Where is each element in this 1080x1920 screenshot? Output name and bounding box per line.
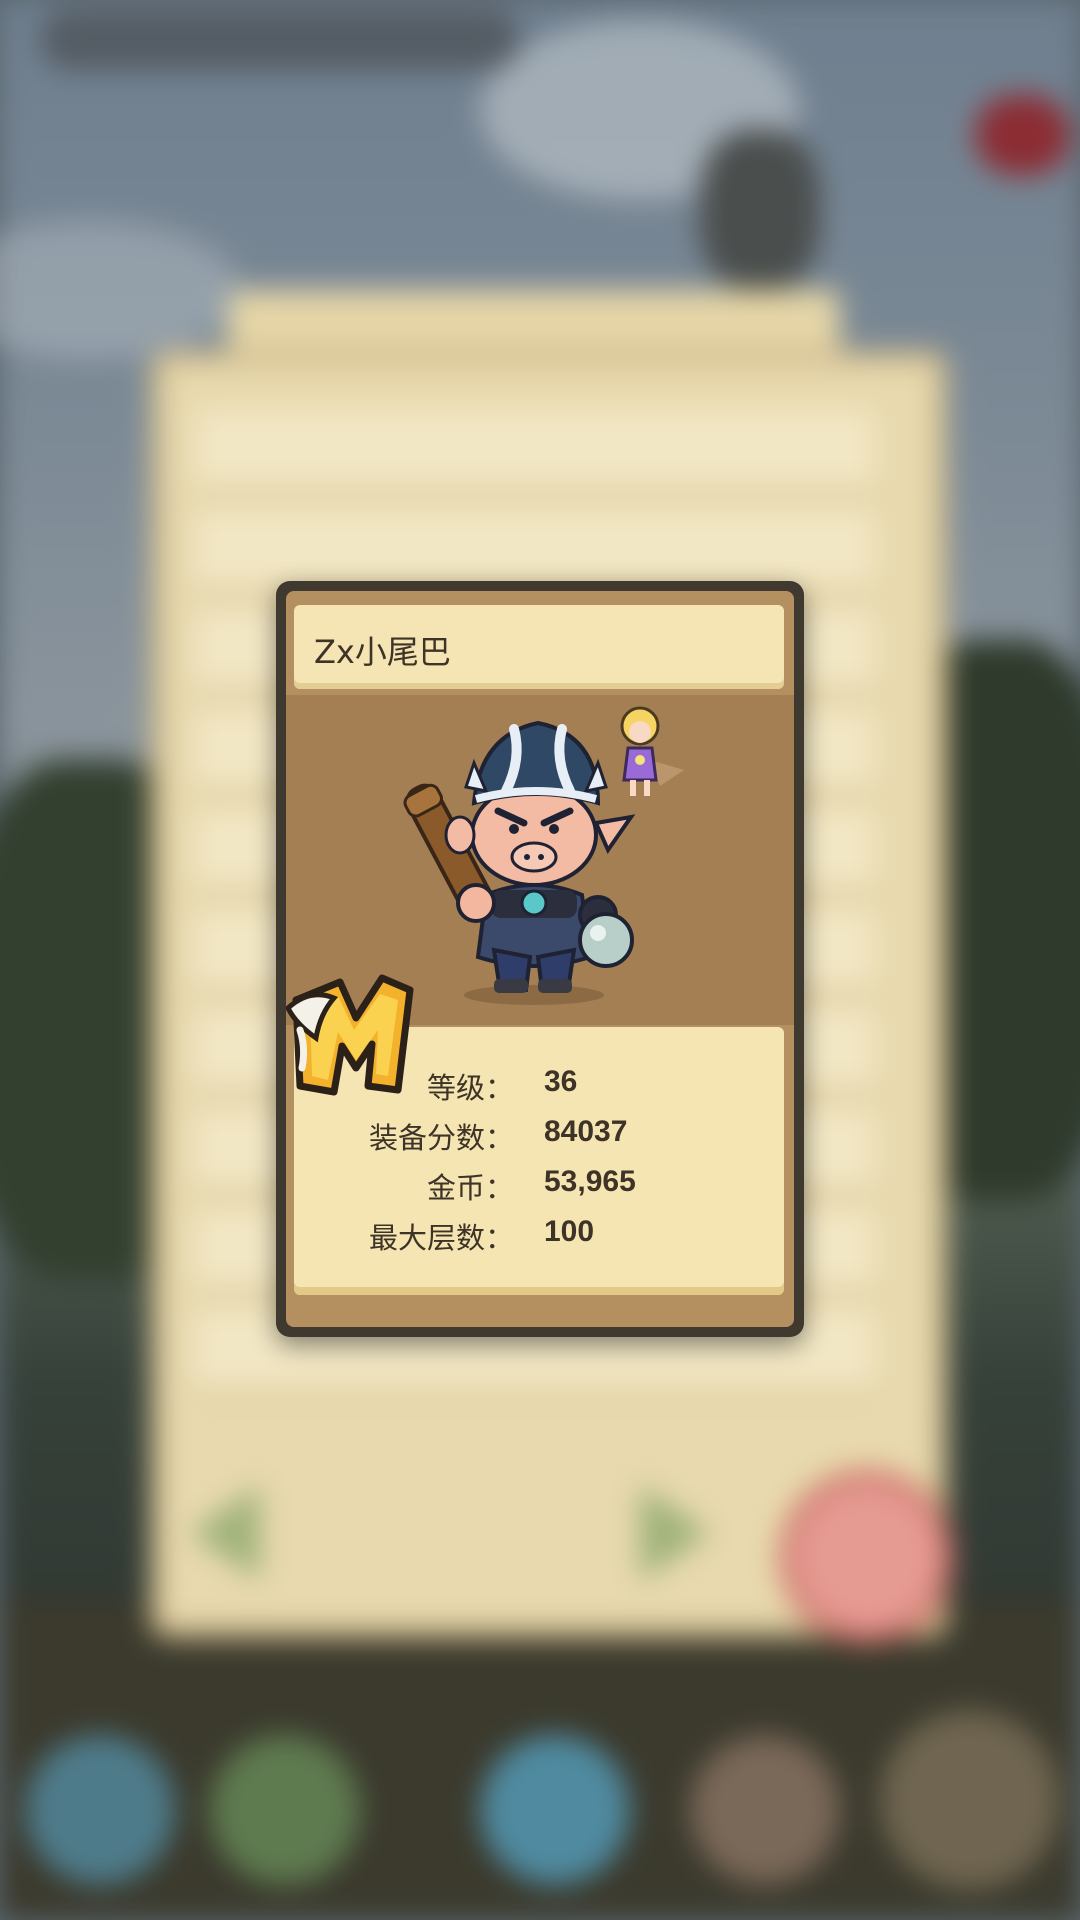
stat-value-equip-score: 84037 <box>544 1115 628 1148</box>
fairy-pet <box>620 706 684 796</box>
stat-label-gold: 金币： <box>426 1171 514 1205</box>
stat-label-max-floor: 最大层数： <box>368 1221 514 1255</box>
stat-value-level: 36 <box>544 1065 578 1098</box>
player-info-card: Zx小尾巴 等级： 36 装备分数： 84037 金币： 53,965 最大层数… <box>276 581 804 1337</box>
stat-value-gold: 53,965 <box>544 1165 636 1198</box>
game-screen: Zx小尾巴 等级： 36 装备分数： 84037 金币： 53,965 最大层数… <box>0 0 1080 1920</box>
stat-value-max-floor: 100 <box>544 1215 595 1248</box>
stat-label-equip-score: 装备分数： <box>368 1121 514 1155</box>
card-body: Zx小尾巴 等级： 36 装备分数： 84037 金币： 53,965 最大层数… <box>286 591 794 1327</box>
player-name: Zx小尾巴 <box>314 633 451 671</box>
stat-label-level: 等级： <box>426 1071 514 1105</box>
name-banner: Zx小尾巴 <box>294 605 784 689</box>
m-badge-icon <box>286 974 414 1096</box>
